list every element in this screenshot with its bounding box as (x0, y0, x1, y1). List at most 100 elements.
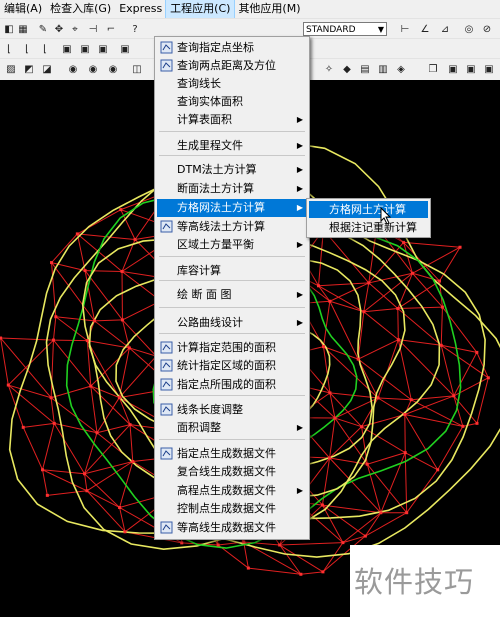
menu-item-3[interactable]: 查询实体面积 (157, 93, 307, 111)
menu-item-11[interactable]: 库容计算 (157, 262, 307, 280)
tool-e-icon[interactable]: ◈ (394, 62, 408, 76)
text-style-combo[interactable]: STANDARD ▼ (303, 22, 387, 36)
menu-bar: 编辑(A) 检查入库(G) Express 工程应用(C) 其他应用(M) (0, 0, 500, 19)
tool-d-icon[interactable]: ▥ (376, 62, 390, 76)
grid-b-icon[interactable]: ▣ (78, 42, 92, 56)
tin-edge (318, 285, 365, 313)
tin-edge (53, 339, 88, 342)
help-icon[interactable]: ? (128, 22, 142, 36)
menu-item-16[interactable]: 指定点所围成的面积 (157, 376, 307, 394)
menu-edit[interactable]: 编辑(A) (0, 0, 46, 18)
menu-item-15[interactable]: 统计指定区域的面积 (157, 357, 307, 375)
cube-a-icon[interactable]: ▣ (446, 62, 460, 76)
move-icon[interactable]: ✥ (52, 22, 66, 36)
menu-item-label: 控制点生成数据文件 (177, 502, 276, 515)
menu-item-label: 公路曲线设计 (177, 316, 243, 329)
grid-d-icon[interactable]: ▣ (118, 42, 132, 56)
elevation-point (123, 530, 127, 534)
tin-edge (357, 358, 379, 399)
window-icon[interactable]: ❐ (426, 62, 440, 76)
cube-b-icon[interactable]: ▣ (464, 62, 478, 76)
layer-icon[interactable]: ◧ (2, 22, 16, 36)
elevation-point (360, 425, 364, 429)
menu-item-13[interactable]: 公路曲线设计 ▶ (157, 314, 307, 332)
tool-c-icon[interactable]: ▤ (358, 62, 372, 76)
menu-item-label: 查询实体面积 (177, 95, 243, 108)
elevation-point (367, 281, 371, 285)
submenu-item-recalc-by-note[interactable]: 根据注记重新计算 (309, 219, 428, 236)
menu-item-18[interactable]: 面积调整 ▶ (157, 419, 307, 437)
elevation-point (246, 566, 250, 570)
menu-item-8[interactable]: 方格网法土方计算 ▶ (157, 199, 307, 217)
no-icon[interactable]: ⊘ (480, 22, 494, 36)
menu-separator (159, 256, 305, 257)
elevation-point (356, 357, 360, 361)
elevation-point (362, 310, 366, 314)
poly2-icon[interactable]: ⌊ (20, 42, 34, 56)
menu-item-7[interactable]: 断面法土方计算 ▶ (157, 180, 307, 198)
elevation-point (436, 468, 440, 472)
submenu-arrow-icon: ▶ (296, 318, 303, 327)
snap-icon[interactable]: ⌖ (68, 22, 82, 36)
menu-item-9[interactable]: 等高线法土方计算 (157, 218, 307, 236)
menu-item-17[interactable]: 线条长度调整 (157, 401, 307, 419)
elevation-point (52, 421, 56, 425)
block-icon[interactable]: ◫ (130, 62, 144, 76)
menu-express[interactable]: Express (115, 0, 166, 18)
grid-a-icon[interactable]: ▣ (60, 42, 74, 56)
cube-c-icon[interactable]: ▣ (482, 62, 496, 76)
menu-item-20[interactable]: 复合线生成数据文件 (157, 463, 307, 481)
tin-edge (329, 457, 368, 465)
menu-item-14[interactable]: 计算指定范围的面积 (157, 339, 307, 357)
menu-separator (159, 307, 305, 308)
menu-item-23[interactable]: 等高线生成数据文件 (157, 519, 307, 537)
dimension-icon[interactable]: ⊢ (398, 22, 412, 36)
shape-icon[interactable]: ◩ (22, 62, 36, 76)
menu-item-label: 断面法土方计算 (177, 182, 254, 195)
menu-item-4[interactable]: 计算表面积 ▶ (157, 111, 307, 129)
tin-edge (364, 512, 382, 537)
line-adjust-icon (160, 403, 173, 416)
poly3-icon[interactable]: ⌊ (38, 42, 52, 56)
tool-a-icon[interactable]: ✧ (322, 62, 336, 76)
menu-engineering[interactable]: 工程应用(C) (165, 0, 236, 19)
grid-icon[interactable]: ▦ (16, 22, 30, 36)
elevation-point (85, 489, 89, 493)
elevation-point (452, 394, 456, 398)
menu-item-19[interactable]: 指定点生成数据文件 (157, 445, 307, 463)
tin-edge (77, 209, 122, 235)
measure-icon[interactable]: ⊿ (438, 22, 452, 36)
submenu-item-grid-calc[interactable]: 方格网土方计算 (309, 201, 428, 218)
menu-check-storage[interactable]: 检查入库(G) (46, 0, 115, 18)
menu-item-1[interactable]: 查询两点距离及方位 (157, 57, 307, 75)
watermark-text: 软件技巧 (354, 565, 475, 599)
ring-c-icon[interactable]: ◉ (106, 62, 120, 76)
elevation-point (333, 416, 337, 420)
pencil-icon[interactable]: ✎ (36, 22, 50, 36)
ring-b-icon[interactable]: ◉ (86, 62, 100, 76)
menu-item-0[interactable]: 查询指定点坐标 (157, 39, 307, 57)
circle-icon[interactable]: ◎ (462, 22, 476, 36)
tool-b-icon[interactable]: ◆ (340, 62, 354, 76)
menu-item-6[interactable]: DTM法土方计算 ▶ (157, 161, 307, 179)
grid-c-icon[interactable]: ▣ (96, 42, 110, 56)
angle-icon[interactable]: ∠ (418, 22, 432, 36)
tin-edge (51, 262, 95, 322)
ring-a-icon[interactable]: ◉ (66, 62, 80, 76)
poly-icon[interactable]: ⌊ (2, 42, 16, 56)
fill-icon[interactable]: ◪ (40, 62, 54, 76)
menu-other[interactable]: 其他应用(M) (234, 0, 304, 18)
menu-item-5[interactable]: 生成里程文件 ▶ (157, 137, 307, 155)
menu-item-22[interactable]: 控制点生成数据文件 (157, 500, 307, 518)
polyline-icon[interactable]: ⌐ (104, 22, 118, 36)
elevation-point (89, 384, 93, 388)
hatch-icon[interactable]: ▨ (4, 62, 18, 76)
menu-item-label: 高程点生成数据文件 (177, 484, 276, 497)
menu-item-10[interactable]: 区域土方量平衡 ▶ (157, 236, 307, 254)
elevation-point (439, 343, 443, 347)
menu-item-21[interactable]: 高程点生成数据文件 ▶ (157, 482, 307, 500)
menu-item-12[interactable]: 绘 断 面 图 ▶ (157, 286, 307, 304)
line-icon[interactable]: ⊣ (86, 22, 100, 36)
submenu-arrow-icon: ▶ (296, 165, 303, 174)
menu-item-2[interactable]: 查询线长 (157, 75, 307, 93)
